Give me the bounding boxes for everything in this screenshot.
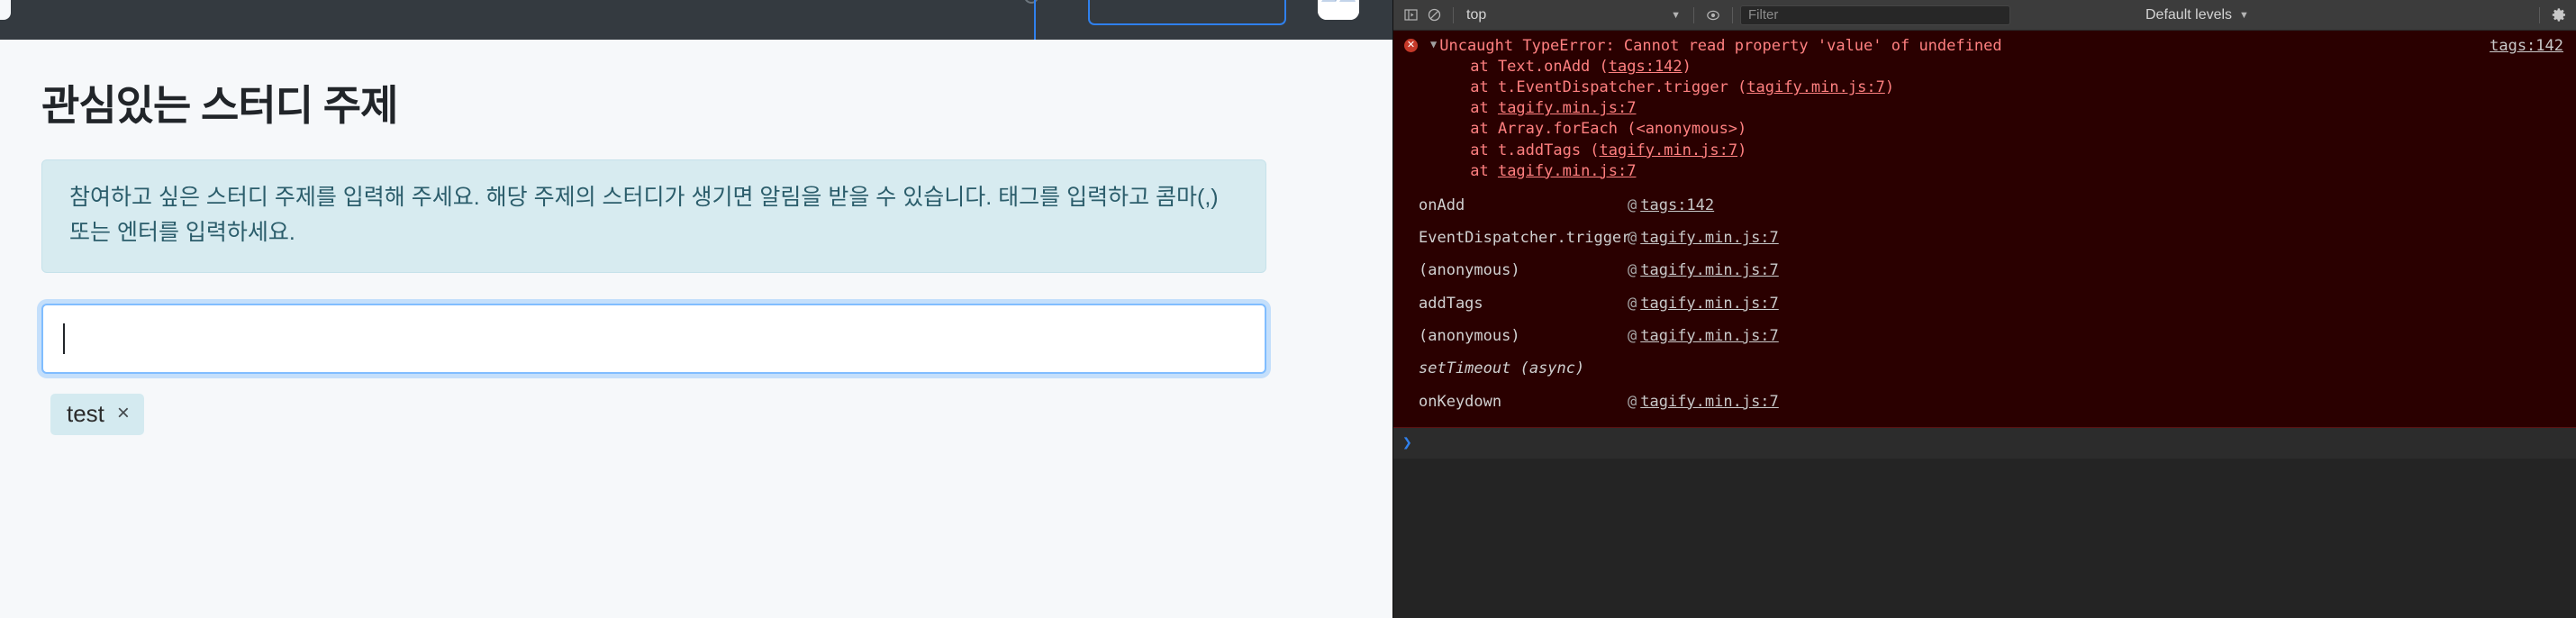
stack-at-symbol: @ xyxy=(1628,294,1637,313)
avatar[interactable] xyxy=(1318,0,1359,20)
prompt-caret-icon: ❯ xyxy=(1402,432,1412,452)
chevron-down-icon-levels: ▼ xyxy=(2239,9,2249,21)
stack-row[interactable]: (anonymous) @ tagify.min.js:7 xyxy=(1393,254,2576,286)
stack-location-link[interactable]: tagify.min.js:7 xyxy=(1640,256,1779,285)
console-error-entry[interactable]: ✕ ▼ Uncaught TypeError: Cannot read prop… xyxy=(1393,31,2576,428)
toolbar-divider xyxy=(1453,6,1454,23)
stack-function-name: (anonymous) xyxy=(1419,261,1520,280)
devtools-console-panel: top ▼ Default levels ▼ xyxy=(1392,0,2576,618)
log-levels-label: Default levels xyxy=(2145,6,2233,23)
screen-root: · · ·· ▭▭▭ 관심있는 스터디 주제 참여하고 싶은 스터디 주제를 입… xyxy=(0,0,2576,618)
execution-context-value: top xyxy=(1466,6,1487,23)
tag-chip[interactable]: test × xyxy=(50,393,144,435)
stack-location-link[interactable]: tagify.min.js:7 xyxy=(1640,289,1779,318)
stack-row[interactable]: onKeydown @ tagify.min.js:7 xyxy=(1393,386,2576,418)
stack-link[interactable]: tagify.min.js:7 xyxy=(1498,162,1637,180)
stack-function-name: onAdd xyxy=(1419,195,1465,214)
stack-link[interactable]: tagify.min.js:7 xyxy=(1498,99,1637,117)
console-output: ✕ ▼ Uncaught TypeError: Cannot read prop… xyxy=(1393,31,2576,618)
navbar-rounded-corner xyxy=(0,0,11,20)
stack-at-symbol: @ xyxy=(1628,229,1637,248)
web-page-pane: · · ·· ▭▭▭ 관심있는 스터디 주제 참여하고 싶은 스터디 주제를 입… xyxy=(0,0,1392,618)
stack-link[interactable]: tags:142 xyxy=(1609,58,1683,76)
toolbar-divider-3 xyxy=(1732,6,1733,23)
stack-function-name: onKeydown xyxy=(1419,392,1502,411)
stack-function-name: (anonymous) xyxy=(1419,326,1520,345)
execution-context-dropdown[interactable]: top ▼ xyxy=(1461,7,1686,23)
live-expression-eye-icon[interactable] xyxy=(1701,4,1725,27)
toolbar-divider-4 xyxy=(2539,6,2540,23)
error-title: Uncaught TypeError: Cannot read property… xyxy=(1439,37,2002,55)
stack-location-link[interactable]: tags:142 xyxy=(1640,191,1714,220)
error-stack-line: at t.EventDispatcher.trigger (tagify.min… xyxy=(1470,78,1895,97)
chevron-down-icon-error[interactable]: ▼ xyxy=(1430,36,1437,53)
stack-location-link[interactable]: tagify.min.js:7 xyxy=(1640,387,1779,416)
info-alert: 참여하고 싶은 스터디 주제를 입력해 주세요. 해당 주제의 스터디가 생기면… xyxy=(41,159,1266,273)
error-header-row: ✕ ▼ Uncaught TypeError: Cannot read prop… xyxy=(1393,36,2576,182)
stack-at-symbol: @ xyxy=(1628,261,1637,280)
log-levels-dropdown[interactable]: Default levels ▼ xyxy=(2145,7,2249,23)
toolbar-divider-2 xyxy=(1693,6,1694,23)
stack-location-link[interactable]: tagify.min.js:7 xyxy=(1640,322,1779,350)
stack-link[interactable]: tagify.min.js:7 xyxy=(1746,78,1885,96)
stack-at-symbol: @ xyxy=(1628,392,1637,411)
stack-row[interactable]: (anonymous) @ tagify.min.js:7 xyxy=(1393,320,2576,352)
page-content: 관심있는 스터디 주제 참여하고 싶은 스터디 주제를 입력해 주세요. 해당 … xyxy=(0,40,1392,618)
stack-at-symbol: @ xyxy=(1628,326,1637,345)
tag-chip-label: test xyxy=(67,399,104,427)
console-sidebar-toggle-icon[interactable] xyxy=(1399,4,1422,27)
error-stack-line: at tagify.min.js:7 xyxy=(1470,99,1637,118)
error-stack-line: at Array.forEach (<anonymous>) xyxy=(1470,120,1747,139)
stack-row[interactable]: EventDispatcher.trigger @ tagify.min.js:… xyxy=(1393,222,2576,254)
stack-function-name: addTags xyxy=(1419,294,1483,313)
filter-input[interactable] xyxy=(1740,5,2010,25)
chevron-down-icon: ▼ xyxy=(1671,9,1681,21)
clear-console-icon[interactable] xyxy=(1422,4,1446,27)
error-stack-line: at t.addTags (tagify.min.js:7) xyxy=(1470,141,1747,159)
tag-input[interactable] xyxy=(41,303,1266,374)
site-navbar: · · ·· ▭▭▭ xyxy=(0,0,1392,40)
close-icon[interactable]: × xyxy=(117,402,130,424)
stack-row[interactable]: addTags @ tagify.min.js:7 xyxy=(1393,287,2576,320)
stack-row[interactable]: onAdd @ tags:142 xyxy=(1393,189,2576,222)
stack-link[interactable]: tagify.min.js:7 xyxy=(1600,141,1738,159)
stack-location-link[interactable]: tagify.min.js:7 xyxy=(1640,223,1779,252)
console-toolbar: top ▼ Default levels ▼ xyxy=(1393,0,2576,31)
text-cursor xyxy=(63,323,65,354)
error-source-link[interactable]: tags:142 xyxy=(2490,36,2563,57)
error-stack-line: at tagify.min.js:7 xyxy=(1470,161,1637,180)
avatar-image xyxy=(1318,0,1359,20)
navbar-focus-divider xyxy=(1034,0,1036,40)
navbar-focused-field[interactable] xyxy=(1088,0,1286,25)
error-badge-icon: ✕ xyxy=(1404,39,1418,52)
tag-list: test × xyxy=(41,393,1392,435)
error-stack-line: at Text.onAdd (tags:142) xyxy=(1470,58,1692,77)
stack-function-name: setTimeout (async) xyxy=(1419,359,1585,378)
page-title: 관심있는 스터디 주제 xyxy=(41,82,398,129)
expanded-stack-list: onAdd @ tags:142 EventDispatcher.trigger… xyxy=(1393,182,2576,420)
navbar-circle-icon[interactable] xyxy=(1024,0,1039,4)
console-prompt[interactable]: ❯ xyxy=(1393,427,2576,459)
error-body: Uncaught TypeError: Cannot read property… xyxy=(1439,36,2473,182)
stack-at-symbol: @ xyxy=(1628,195,1637,214)
stack-function-name: EventDispatcher.trigger xyxy=(1419,229,1631,248)
stack-row-async: setTimeout (async) xyxy=(1393,352,2576,385)
gear-icon[interactable] xyxy=(2547,4,2571,27)
